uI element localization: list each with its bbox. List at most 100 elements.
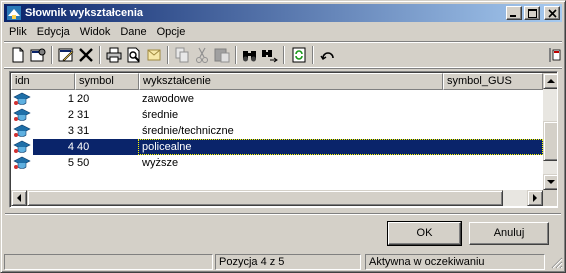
cut-button[interactable]: [193, 46, 211, 64]
cell-symbol: 31: [77, 109, 90, 121]
minimize-button[interactable]: [506, 6, 522, 20]
cell-idn: 2: [67, 109, 74, 121]
column-header-symbol[interactable]: symbol: [75, 73, 139, 90]
grip-icon: [549, 48, 561, 62]
properties-button[interactable]: [29, 46, 47, 64]
grid-header: idn symbol wykształcenie symbol_GUS: [11, 73, 543, 90]
app-icon: [7, 6, 21, 20]
edit-icon: [58, 48, 74, 62]
find-next-icon: [262, 50, 278, 63]
status-state: Aktywna w oczekiwaniu: [365, 254, 545, 270]
arrow-left-icon: [17, 194, 21, 202]
scroll-up-button[interactable]: [543, 73, 557, 89]
data-grid[interactable]: idn symbol wykształcenie symbol_GUS 1 20…: [9, 71, 558, 208]
cell-wyksztalcenie: średnie: [142, 109, 179, 121]
toolbar-separator: [99, 46, 101, 64]
dialog-window: Słownik wykształcenia Plik Edycja Widok …: [0, 0, 566, 273]
table-row[interactable]: 1 20 zawodowe: [11, 91, 543, 107]
cell-idn: 3: [67, 125, 74, 137]
arrow-down-icon: [547, 180, 555, 184]
menu-dane[interactable]: Dane: [115, 26, 151, 38]
send-icon: [147, 49, 161, 61]
grid-rows: 1 20 zawodowe 2 31 średnie 3 31 średnie/…: [11, 91, 543, 171]
properties-icon: [30, 48, 46, 62]
graduate-icon: [13, 124, 31, 137]
ok-button[interactable]: OK: [387, 221, 462, 246]
column-header-idn[interactable]: idn: [11, 73, 75, 90]
horizontal-scroll-thumb[interactable]: [27, 190, 503, 206]
status-panel-empty-1: [4, 254, 213, 270]
print-button[interactable]: [105, 46, 123, 64]
window-title: Słownik wykształcenia: [25, 7, 143, 19]
delete-button[interactable]: [77, 46, 95, 64]
cell-wyksztalcenie: średnie/techniczne: [142, 125, 234, 137]
maximize-icon: [528, 9, 537, 18]
new-icon: [12, 47, 24, 63]
menu-edycja[interactable]: Edycja: [32, 26, 75, 38]
find-icon: [243, 51, 256, 62]
toolbar-separator: [51, 46, 53, 64]
cell-symbol: 40: [77, 141, 90, 153]
refresh-button[interactable]: [290, 46, 308, 64]
scroll-right-button[interactable]: [527, 190, 543, 206]
resize-grip-icon[interactable]: [551, 257, 563, 269]
table-row-selected[interactable]: 4 40 policealne: [11, 139, 543, 155]
send-button[interactable]: [145, 46, 163, 64]
status-position: Pozycja 4 z 5: [215, 254, 361, 270]
cell-symbol: 20: [77, 93, 90, 105]
toolbar-separator: [235, 46, 237, 64]
toolbar: [4, 41, 562, 68]
divider: [5, 213, 561, 215]
print-preview-icon: [127, 47, 140, 63]
cell-symbol: 31: [77, 125, 90, 137]
close-icon: [548, 9, 557, 18]
refresh-icon: [292, 47, 306, 63]
cell-symbol: 50: [77, 157, 90, 169]
cut-icon: [196, 47, 208, 63]
cell-idn: 4: [67, 141, 74, 153]
menu-opcje[interactable]: Opcje: [152, 26, 191, 38]
maximize-button[interactable]: [524, 6, 540, 20]
paste-button[interactable]: [213, 46, 231, 64]
arrow-right-icon: [533, 194, 537, 202]
table-row[interactable]: 5 50 wyższe: [11, 155, 543, 171]
column-header-symbol-gus[interactable]: symbol_GUS: [443, 73, 543, 90]
find-next-button[interactable]: [261, 46, 279, 64]
horizontal-scrollbar[interactable]: [11, 190, 543, 206]
edit-button[interactable]: [57, 46, 75, 64]
column-header-wyksztalcenie[interactable]: wykształcenie: [139, 73, 443, 90]
menu-widok[interactable]: Widok: [75, 26, 116, 38]
cell-idn: 5: [67, 157, 74, 169]
vertical-scrollbar[interactable]: [543, 73, 557, 190]
cell-idn: 1: [67, 93, 74, 105]
print-preview-button[interactable]: [125, 46, 143, 64]
table-row[interactable]: 2 31 średnie: [11, 107, 543, 123]
close-button[interactable]: [544, 6, 560, 20]
scroll-down-button[interactable]: [543, 174, 557, 190]
scroll-left-button[interactable]: [11, 190, 27, 206]
cell-wyksztalcenie: zawodowe: [142, 93, 194, 105]
paste-icon: [214, 48, 230, 63]
graduate-icon: [13, 140, 31, 153]
scrollbar-corner: [543, 190, 557, 206]
title-bar[interactable]: Słownik wykształcenia: [4, 4, 562, 22]
minimize-icon: [510, 15, 516, 17]
print-icon: [106, 47, 122, 63]
copy-icon: [175, 47, 189, 63]
copy-button[interactable]: [173, 46, 191, 64]
new-button[interactable]: [9, 46, 27, 64]
table-row[interactable]: 3 31 średnie/techniczne: [11, 123, 543, 139]
find-button[interactable]: [241, 46, 259, 64]
toolbar-separator: [312, 46, 314, 64]
cell-wyksztalcenie: wyższe: [142, 157, 179, 169]
arrow-up-icon: [547, 79, 555, 83]
cell-wyksztalcenie: policealne: [142, 141, 192, 153]
toolbar-grip[interactable]: [546, 46, 564, 64]
toolbar-separator: [167, 46, 169, 64]
menu-plik[interactable]: Plik: [4, 26, 32, 38]
status-bar: Pozycja 4 z 5 Aktywna w oczekiwaniu: [4, 254, 563, 270]
vertical-scroll-thumb[interactable]: [543, 121, 557, 161]
delete-icon: [79, 48, 93, 62]
cancel-button[interactable]: Anuluj: [469, 222, 549, 245]
undo-button[interactable]: [319, 46, 337, 64]
